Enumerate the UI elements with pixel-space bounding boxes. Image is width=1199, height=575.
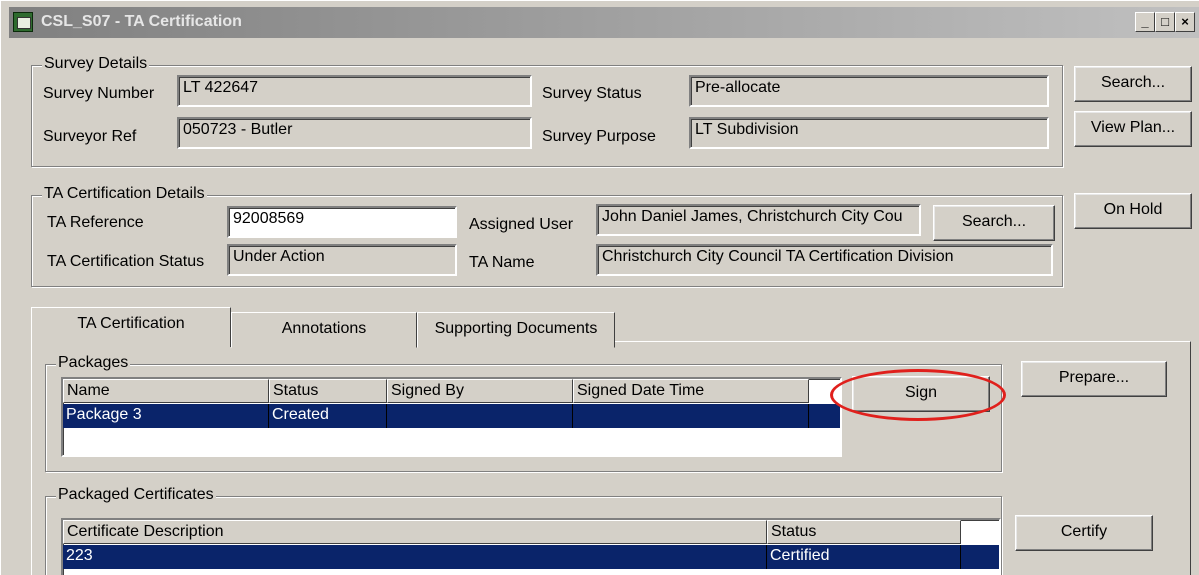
ta-reference-input[interactable]: 92008569 (227, 206, 457, 238)
ta-status-label: TA Certification Status (47, 253, 205, 270)
package-name-cell[interactable]: Package 3 (63, 404, 269, 428)
certify-label: Certify (1060, 523, 1108, 540)
packages-col-signed-date-time[interactable]: Signed Date Time (573, 379, 809, 403)
ta-details-title: TA Certification Details (42, 185, 207, 203)
surveyor-ref-field[interactable]: 050723 - Butler (177, 117, 532, 149)
app-window: CSL_S07 - TA Certification _ □ × Survey … (0, 0, 1199, 575)
survey-number-label: Survey Number (43, 85, 155, 102)
certificate-row-tail (961, 545, 999, 569)
ta-name-field[interactable]: Christchurch City Council TA Certificati… (596, 244, 1053, 276)
close-button[interactable]: × (1175, 12, 1195, 32)
search-user-label: Search... (961, 213, 1027, 230)
title-bar[interactable]: CSL_S07 - TA Certification _ □ × (9, 7, 1199, 38)
surveyor-ref-label: Surveyor Ref (43, 128, 137, 145)
minimize-button[interactable]: _ (1135, 12, 1155, 32)
certificates-col-description[interactable]: Certificate Description (63, 520, 767, 544)
survey-details-title: Survey Details (42, 55, 150, 73)
maximize-button[interactable]: □ (1155, 12, 1175, 32)
packaged-certificates-title: Packaged Certificates (56, 486, 216, 504)
certificate-status-cell[interactable]: Certified (767, 545, 961, 569)
packages-grid[interactable]: Name Status Signed By Signed Date Time P… (61, 377, 842, 457)
tab-ta-certification[interactable]: TA Certification (31, 307, 231, 347)
tab-annotations-label: Annotations (281, 320, 367, 337)
on-hold-button[interactable]: On Hold (1074, 193, 1192, 229)
prepare-label: Prepare... (1058, 369, 1130, 386)
assigned-user-field[interactable]: John Daniel James, Christchurch City Cou (596, 204, 921, 236)
package-row-tail (809, 404, 840, 428)
package-status-cell[interactable]: Created (269, 404, 387, 428)
tab-supporting-documents-label: Supporting Documents (434, 320, 598, 337)
certificates-col-status[interactable]: Status (767, 520, 961, 544)
packages-col-name[interactable]: Name (63, 379, 269, 403)
tab-supporting-documents[interactable]: Supporting Documents (417, 312, 615, 348)
close-icon: × (1181, 14, 1189, 29)
view-plan-label: View Plan... (1090, 119, 1176, 136)
prepare-button[interactable]: Prepare... (1021, 361, 1167, 397)
app-icon (13, 12, 33, 32)
survey-purpose-label: Survey Purpose (542, 128, 656, 145)
packages-title: Packages (56, 354, 131, 372)
assigned-user-label: Assigned User (469, 216, 574, 233)
tab-annotations[interactable]: Annotations (231, 312, 417, 348)
certificate-description-cell[interactable]: 223 (63, 545, 767, 569)
on-hold-label: On Hold (1103, 201, 1163, 218)
packages-col-signed-by[interactable]: Signed By (387, 379, 573, 403)
search-user-button[interactable]: Search... (933, 205, 1055, 241)
survey-status-field[interactable]: Pre-allocate (689, 75, 1049, 107)
maximize-icon: □ (1161, 14, 1169, 29)
certificates-grid[interactable]: Certificate Description Status 223 Certi… (61, 518, 1001, 575)
tab-ta-certification-label: TA Certification (77, 315, 185, 332)
package-signed-by-cell[interactable] (387, 404, 573, 428)
search-survey-label: Search... (1100, 74, 1166, 91)
ta-name-label: TA Name (469, 254, 535, 271)
survey-number-field[interactable]: LT 422647 (177, 75, 532, 107)
certify-button[interactable]: Certify (1015, 515, 1153, 551)
annotation-highlight-circle (830, 369, 1006, 421)
survey-status-label: Survey Status (542, 85, 642, 102)
search-survey-button[interactable]: Search... (1074, 66, 1192, 102)
ta-reference-label: TA Reference (47, 214, 144, 231)
survey-purpose-field[interactable]: LT Subdivision (689, 117, 1049, 149)
minimize-icon: _ (1141, 14, 1149, 29)
ta-status-field[interactable]: Under Action (227, 244, 457, 276)
packages-col-status[interactable]: Status (269, 379, 387, 403)
package-signed-date-cell[interactable] (573, 404, 809, 428)
window-title: CSL_S07 - TA Certification (41, 13, 242, 30)
view-plan-button[interactable]: View Plan... (1074, 111, 1192, 147)
